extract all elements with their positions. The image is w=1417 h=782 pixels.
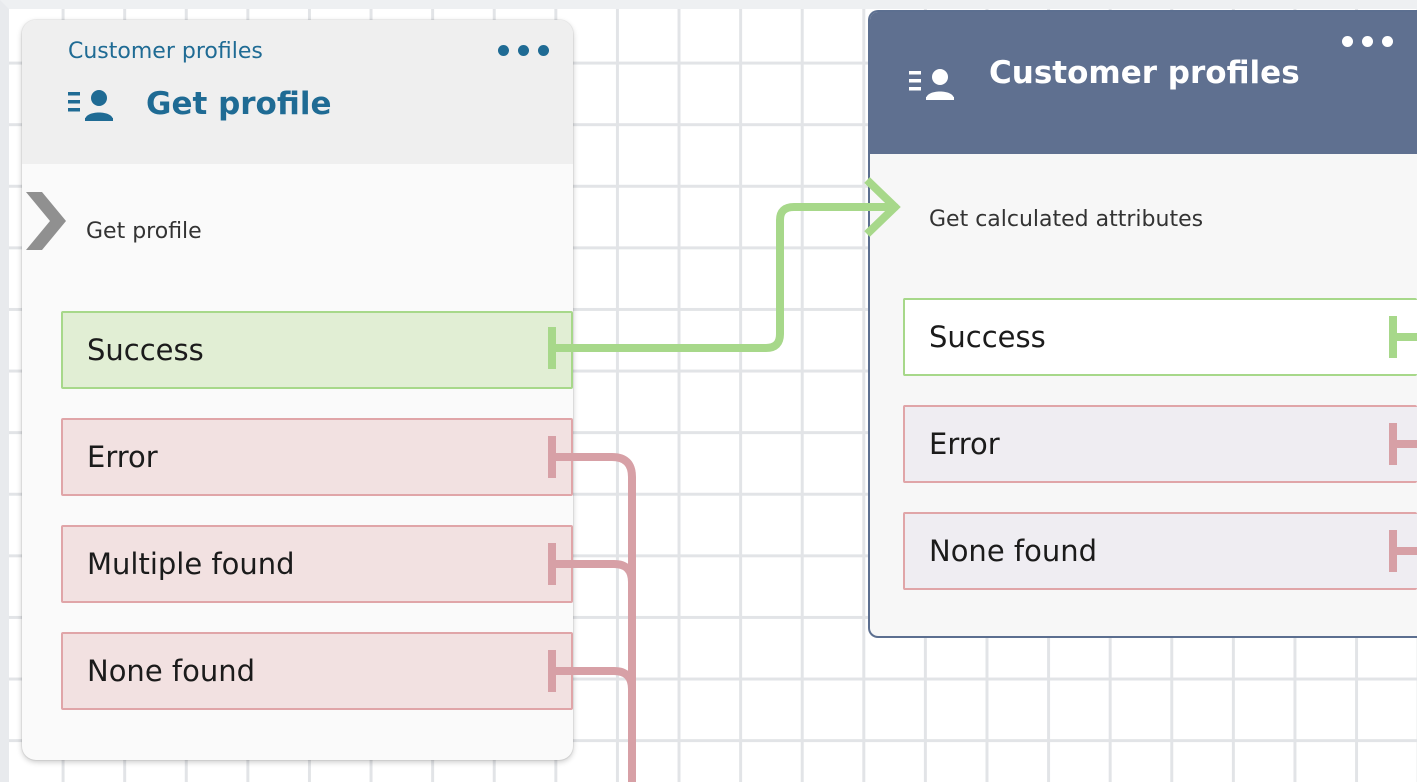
input-label: Get calculated attributes xyxy=(929,207,1204,232)
branch-none-found[interactable]: None found xyxy=(903,512,1417,590)
more-options-icon[interactable] xyxy=(496,43,552,59)
block-title: Get profile xyxy=(146,86,332,122)
none-found-output-port[interactable] xyxy=(548,650,556,692)
more-options-icon[interactable] xyxy=(1340,34,1396,50)
branch-error[interactable]: Error xyxy=(903,405,1417,483)
branch-none-found[interactable]: None found xyxy=(61,632,573,710)
success-connector xyxy=(549,203,899,352)
block-type-label: Customer profiles xyxy=(68,39,263,64)
success-output-port[interactable] xyxy=(548,327,556,369)
branch-error[interactable]: Error xyxy=(61,418,573,496)
multiple-found-output-port[interactable] xyxy=(548,543,556,585)
branch-multiple-found[interactable]: Multiple found xyxy=(61,525,573,603)
error-output-port[interactable] xyxy=(548,436,556,478)
customer-profile-icon xyxy=(909,69,954,100)
branch-success[interactable]: Success xyxy=(903,298,1417,376)
input-port-chevron-icon[interactable] xyxy=(22,186,70,256)
block-title: Customer profiles xyxy=(989,55,1300,91)
branch-success[interactable]: Success xyxy=(61,311,573,389)
input-label: Get profile xyxy=(86,219,202,244)
customer-profile-icon xyxy=(68,90,113,121)
